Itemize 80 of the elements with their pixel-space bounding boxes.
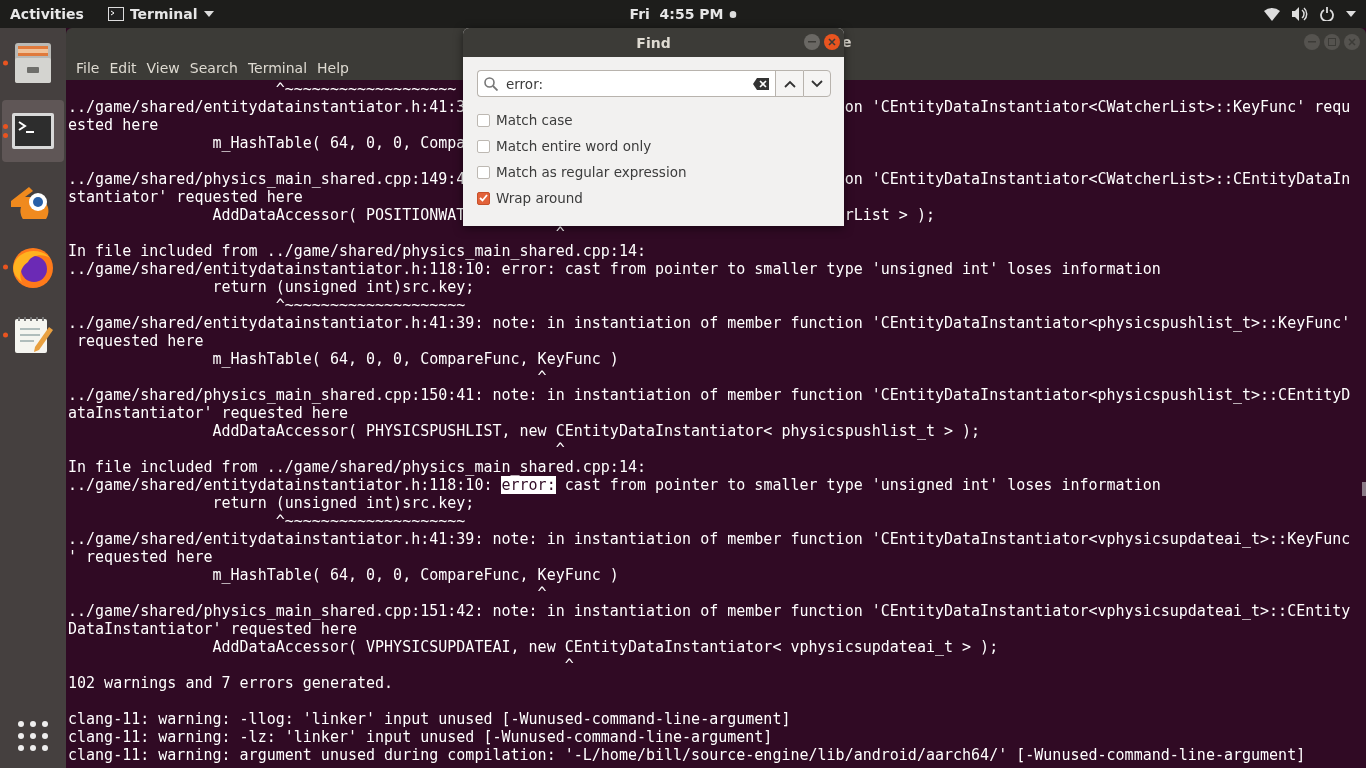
terminal-line: ../game/shared/physics_main_shared.cpp:150:41: note: in instantiation of member function 'CEntityDataInstantiator<physicspushlist_t>::CEntityD xyxy=(68,386,1351,404)
terminal-line: AddDataAccessor( VPHYSICSUPDATEAI, new CEntityDataInstantiator< vphysicsupdateai_t > ); xyxy=(211,638,999,656)
close-icon xyxy=(1348,38,1356,46)
terminal-line: stantiator' requested here xyxy=(68,188,303,206)
clear-icon[interactable] xyxy=(753,77,769,90)
terminal-icon xyxy=(107,7,124,21)
terminal-icon xyxy=(11,112,55,150)
checkbox[interactable] xyxy=(477,139,490,153)
dock-item[interactable] xyxy=(2,100,64,162)
terminal-line: ^~~~~~~~~~~~~~~~~~~~ xyxy=(274,80,457,98)
terminal-line: cast from pointer to smaller type 'unsigned int' loses information xyxy=(563,476,1161,494)
power-icon[interactable] xyxy=(1320,7,1334,21)
terminal-line: return (unsigned int)src.key; xyxy=(211,278,475,296)
terminal-line: requested here xyxy=(76,332,204,350)
chevron-up-icon xyxy=(783,79,796,88)
checkbox[interactable] xyxy=(477,165,490,179)
terminal-line: clang-11: warning: -lz: 'linker' input unused [-Wunused-command-line-argument] xyxy=(68,728,773,746)
menu-item[interactable]: Search xyxy=(185,60,242,76)
terminal-line: ^~~~~~~~~~~~~~~~~~~~~ xyxy=(274,296,466,314)
terminal-line: AddDataAccessor( POSITIONWAT xyxy=(211,206,466,224)
terminal-line: ../game/shared/entitydatainstantiator.h:118:10: error: cast from pointer to smaller type 'unsigned int' loses information xyxy=(68,260,1161,278)
checkbox-label: Match as regular expression xyxy=(496,164,687,180)
wifi-icon[interactable] xyxy=(1264,7,1280,21)
terminal-line: clang-11: warning: argument unused during compilation: '-L/home/bill/source-engine/lib/android/aarch64/' [-Wunused-command-line-argument] xyxy=(68,746,1306,764)
menu-item[interactable]: File xyxy=(72,60,104,76)
previous-match-button[interactable] xyxy=(775,70,803,97)
checkbox-label: Match entire word only xyxy=(496,138,652,154)
terminal-line: on 'CEntityDataInstantiator<CWatcherList>::CEntityDataIn xyxy=(844,170,1351,188)
menu-item[interactable]: View xyxy=(142,60,184,76)
terminal-line: ^ xyxy=(536,368,547,386)
terminal-line: In file included from ../game/shared/physics_main_shared.cpp:14: xyxy=(68,458,646,476)
clock[interactable]: Fri 4:55 PM xyxy=(629,6,737,22)
checkbox[interactable] xyxy=(477,113,490,127)
checkbox-label: Match case xyxy=(496,112,573,128)
terminal-line: ^ xyxy=(554,440,565,458)
next-match-button[interactable] xyxy=(803,70,831,97)
square-icon xyxy=(1328,38,1336,46)
menu-item[interactable]: Terminal xyxy=(243,60,312,76)
terminal-line: clang-11: warning: -llog: 'linker' input unused [-Wunused-command-line-argument] xyxy=(68,710,791,728)
terminal-line: ../game/shared/entitydatainstantiator.h:41:39: note: in instantiation of member function 'CEntityDataInstantiator<physicspushlist_t>::KeyFunc' xyxy=(68,314,1351,332)
terminal-line: m_HashTable( 64, 0, 0, CompareFunc, KeyFunc ) xyxy=(211,566,619,584)
search-input[interactable]: error: xyxy=(504,74,747,93)
dialog-title: Find xyxy=(636,34,671,51)
terminal-line: on 'CEntityDataInstantiator<CWatcherList>::KeyFunc' requ xyxy=(844,98,1351,116)
terminal-line: ested here xyxy=(68,116,159,134)
terminal-line: ^ xyxy=(563,656,574,674)
close-button[interactable] xyxy=(824,34,840,50)
search-icon xyxy=(484,76,498,91)
terminal-line: ^~~~~~~~~~~~~~~~~~~~~ xyxy=(274,512,466,530)
volume-icon[interactable] xyxy=(1292,7,1308,21)
terminal-line: ../game/shared/physics_main_shared.cpp:149:4 xyxy=(68,170,466,188)
caret-icon xyxy=(203,11,214,17)
terminal-line: In file included from ../game/shared/physics_main_shared.cpp:14: xyxy=(68,242,646,260)
terminal-line: ' requested here xyxy=(68,548,213,566)
search-field[interactable]: error: xyxy=(477,70,775,97)
checkbox[interactable] xyxy=(477,191,490,205)
terminal-line: ../game/shared/physics_main_shared.cpp:151:42: note: in instantiation of member function 'CEntityDataInstantiator<vphysicsupdateai_t>::CEntity xyxy=(68,602,1351,620)
search-match: error: xyxy=(501,476,556,494)
close-icon xyxy=(828,38,836,46)
menu-item[interactable]: Help xyxy=(313,60,353,76)
terminal-line: ../game/shared/entitydatainstantiator.h:41:39: note: in instantiation of member function 'CEntityDataInstantiator<vphysicsupdateai_t>::KeyFunc xyxy=(68,530,1351,548)
menu-item[interactable]: Edit xyxy=(105,60,141,76)
terminal-line: ../game/shared/entitydatainstantiator.h:41:3 xyxy=(68,98,466,116)
terminal-line: ^ xyxy=(536,584,547,602)
terminal-line: ataInstantiator' requested here xyxy=(68,404,348,422)
terminal-line: DataInstantiator' requested here xyxy=(68,620,357,638)
app-menu[interactable]: Terminal xyxy=(107,6,214,22)
terminal-line: ^ xyxy=(554,224,565,242)
terminal-line: m_HashTable( 64, 0, 0, CompareFunc, KeyFunc ) xyxy=(211,350,619,368)
caret-icon[interactable] xyxy=(1346,11,1356,17)
dot-icon xyxy=(729,10,737,18)
terminal-line: ../game/shared/entitydatainstantiator.h:118:10: xyxy=(68,476,494,494)
terminal-line: return (unsigned int)src.key; xyxy=(211,494,475,512)
minus-icon xyxy=(808,41,816,43)
chevron-down-icon xyxy=(811,79,823,88)
checkbox-label: Wrap around xyxy=(496,190,583,206)
terminal-line: AddDataAccessor( PHYSICSPUSHLIST, new CEntityDataInstantiator< physicspushlist_t > ); xyxy=(211,422,981,440)
terminal-line: rList > ); xyxy=(844,206,935,224)
activities-button[interactable]: Activities xyxy=(10,6,84,22)
terminal-line: 102 warnings and 7 errors generated. xyxy=(68,674,394,692)
